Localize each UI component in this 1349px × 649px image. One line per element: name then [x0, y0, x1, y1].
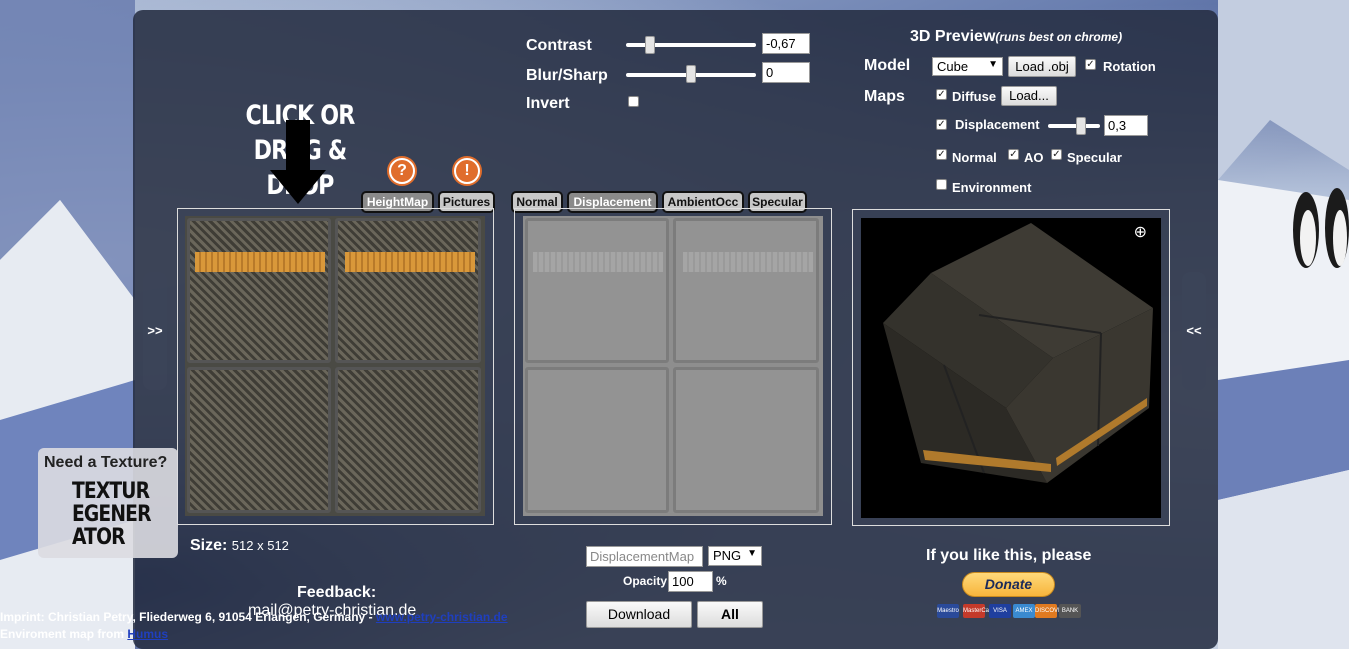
preview-title-note: (runs best on chrome) — [995, 30, 1123, 44]
rust-stripe — [195, 252, 325, 272]
environment-checkbox[interactable] — [936, 179, 947, 190]
maps-label: Maps — [864, 88, 905, 105]
logo-line1: TEXTUR — [72, 479, 150, 504]
export-format-select[interactable]: PNG ▼ — [708, 546, 762, 566]
texture-tile — [525, 218, 669, 363]
texture-tile — [187, 218, 331, 363]
specular-checkbox[interactable]: ✓ — [1051, 149, 1062, 160]
mastercard-card-icon: MasterCard — [963, 604, 994, 618]
stripe-relief — [683, 252, 813, 272]
texture-tile — [335, 218, 481, 363]
collapse-right-button[interactable]: << — [1182, 272, 1206, 390]
bank-icon: BANK — [1059, 604, 1081, 618]
model-label: Model — [864, 57, 911, 74]
preview-title: 3D Preview(runs best on chrome) — [910, 28, 1122, 46]
diffuse-load-button[interactable]: Load... — [1001, 86, 1057, 106]
texturegenerator-logo: TEXTUR EGENER ATOR — [72, 480, 151, 549]
drop-arrow-icon — [270, 120, 326, 204]
blur-slider-thumb[interactable] — [686, 65, 696, 83]
preview-canvas[interactable]: ⊕ — [861, 218, 1161, 518]
texture-tile — [673, 218, 819, 363]
donate-text: If you like this, please — [926, 547, 1092, 564]
blur-label: Blur/Sharp — [526, 67, 608, 84]
texture-tile — [335, 367, 481, 513]
contrast-label: Contrast — [526, 37, 592, 54]
normal-checkbox[interactable]: ✓ — [936, 149, 947, 160]
texture-tile — [187, 367, 331, 513]
invert-label: Invert — [526, 95, 570, 112]
contrast-input[interactable]: -0,67 — [762, 33, 810, 54]
contrast-slider-thumb[interactable] — [645, 36, 655, 54]
invert-checkbox[interactable] — [628, 96, 639, 107]
specular-label: Specular — [1067, 150, 1122, 165]
amex-card-icon: AMEX — [1013, 604, 1035, 618]
expand-left-button[interactable]: >> — [143, 272, 167, 390]
feedback-label: Feedback: — [297, 584, 377, 601]
imprint: Imprint: Christian Petry, Fliederweg 6, … — [0, 610, 508, 624]
rotation-label: Rotation — [1103, 59, 1156, 74]
ao-checkbox[interactable]: ✓ — [1008, 149, 1019, 160]
zoom-in-icon[interactable]: ⊕ — [1134, 222, 1147, 242]
download-all-button[interactable]: All — [697, 601, 763, 628]
chevron-down-icon: ▼ — [988, 59, 998, 70]
texture-generator-promo[interactable]: Need a Texture? TEXTUR EGENER ATOR — [38, 448, 178, 558]
chevron-down-icon: ▼ — [747, 548, 757, 559]
displacement-checkbox[interactable]: ✓ — [936, 119, 947, 130]
size-label: Size: — [190, 537, 228, 554]
help-icon[interactable]: ? — [389, 158, 415, 184]
maestro-card-icon: Maestro — [937, 604, 959, 618]
opacity-unit: % — [716, 574, 727, 588]
size-info: Size: 512 x 512 — [190, 537, 289, 555]
environment-label: Environment — [952, 180, 1032, 195]
download-button[interactable]: Download — [586, 601, 692, 628]
logo-line2: EGENER — [72, 502, 151, 527]
model-select[interactable]: Cube ▼ — [932, 57, 1003, 76]
export-filename-input[interactable]: DisplacementMap — [586, 546, 703, 567]
blur-input[interactable]: 0 — [762, 62, 810, 83]
size-value: 512 x 512 — [231, 538, 289, 553]
diffuse-label: Diffuse — [952, 89, 997, 104]
displacement-slider-thumb[interactable] — [1076, 117, 1086, 135]
preview-title-text: 3D Preview — [910, 28, 996, 45]
stripe-relief — [533, 252, 663, 272]
load-obj-button[interactable]: Load .obj — [1008, 56, 1076, 77]
displacement-label: Displacement — [955, 117, 1040, 132]
texture-tile — [673, 367, 819, 513]
imprint-link[interactable]: www.petry-christian.de — [376, 610, 508, 624]
warning-icon[interactable]: ! — [454, 158, 480, 184]
rotation-checkbox[interactable]: ✓ — [1085, 59, 1096, 70]
envmap-link[interactable]: Humus — [127, 627, 168, 641]
envmap-text: Enviroment map from — [0, 627, 128, 641]
heightmap-image[interactable] — [185, 216, 485, 516]
displacement-input[interactable]: 0,3 — [1104, 115, 1148, 136]
opacity-input[interactable]: 100 — [668, 571, 713, 592]
displacement-slider-track[interactable] — [1048, 124, 1100, 128]
envmap-credit: Enviroment map from Humus — [0, 627, 168, 641]
texture-tile — [525, 367, 669, 513]
opacity-label: Opacity — [623, 574, 668, 588]
imprint-text: Imprint: Christian Petry, Fliederweg 6, … — [0, 610, 376, 624]
export-format-value: PNG — [713, 548, 742, 563]
diffuse-checkbox[interactable]: ✓ — [936, 89, 947, 100]
model-select-value: Cube — [937, 59, 969, 74]
discover-card-icon: DISCOVER — [1035, 604, 1066, 618]
donate-button[interactable]: Donate — [962, 572, 1055, 597]
promo-title: Need a Texture? — [44, 454, 168, 471]
cube-render — [883, 223, 1153, 483]
logo-line3: ATOR — [72, 525, 126, 550]
normal-label: Normal — [952, 150, 997, 165]
visa-card-icon: VISA — [989, 604, 1011, 618]
rust-stripe — [345, 252, 475, 272]
displacement-map-image — [523, 216, 823, 516]
ao-label: AO — [1024, 150, 1044, 165]
